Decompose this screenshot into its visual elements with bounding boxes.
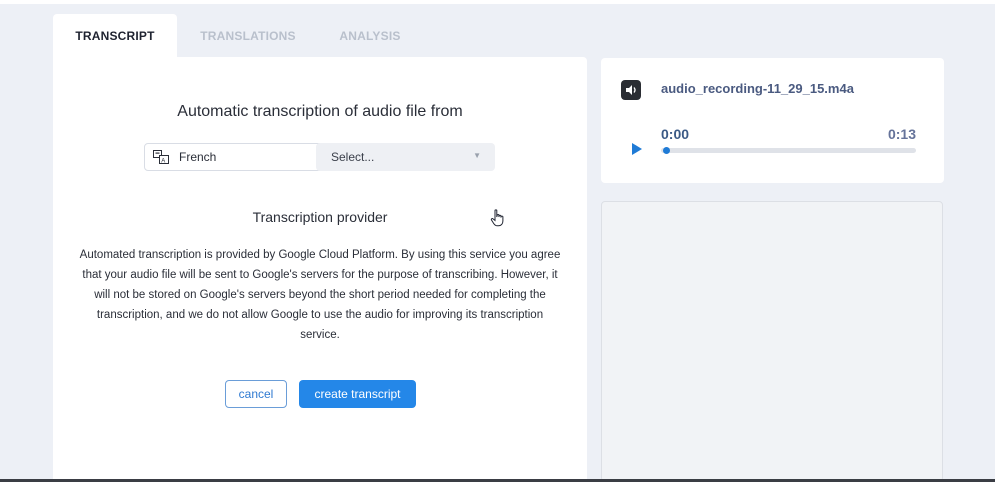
hand-cursor-icon xyxy=(490,209,504,227)
top-edge xyxy=(0,0,995,4)
transcription-headline: Automatic transcription of audio file fr… xyxy=(177,103,463,120)
side-content-panel xyxy=(601,201,943,482)
audio-progress-track[interactable] xyxy=(661,147,916,154)
translate-icon: A xyxy=(153,150,169,164)
audio-progress-handle[interactable] xyxy=(663,147,670,154)
tab-analysis[interactable]: ANALYSIS xyxy=(328,14,412,58)
dialect-select[interactable]: Select... ▼ xyxy=(316,143,495,171)
svg-text:A: A xyxy=(161,158,165,164)
create-transcript-button[interactable]: create transcript xyxy=(299,380,416,408)
current-time: 0:00 xyxy=(661,126,690,142)
tab-transcript[interactable]: TRANSCRIPT xyxy=(53,14,177,58)
total-time: 0:13 xyxy=(887,126,916,142)
language-value: French xyxy=(179,150,217,164)
dialect-select-placeholder: Select... xyxy=(331,150,375,164)
play-icon[interactable] xyxy=(631,142,643,156)
cancel-button[interactable]: cancel xyxy=(225,380,287,408)
provider-disclaimer: Automated transcription is provided by G… xyxy=(79,249,561,341)
audio-file-icon xyxy=(621,80,641,100)
tab-translations[interactable]: TRANSLATIONS xyxy=(188,14,308,58)
provider-title: Transcription provider xyxy=(252,209,388,225)
transcript-panel: Automatic transcription of audio file fr… xyxy=(53,57,587,479)
audio-player-card: audio_recording-11_29_15.m4a 0:00 0:13 xyxy=(601,58,944,183)
audio-file-name: audio_recording-11_29_15.m4a xyxy=(661,81,854,96)
caret-down-icon: ▼ xyxy=(473,151,481,160)
